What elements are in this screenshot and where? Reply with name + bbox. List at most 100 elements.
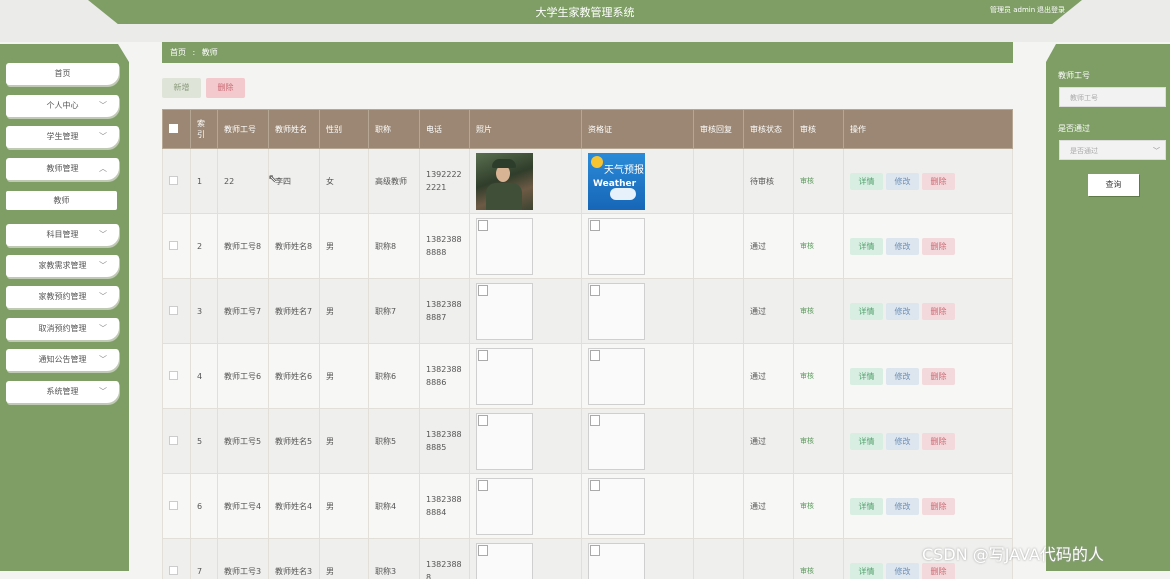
actions-cell: 详情修改删除 (844, 149, 1013, 214)
select-all-checkbox[interactable] (169, 124, 178, 133)
chevron-up-icon: ︿ (99, 158, 107, 180)
edit-button[interactable]: 修改 (886, 498, 919, 515)
photo-figure (486, 183, 522, 210)
teacher-id-cell: 教师工号6 (218, 344, 269, 409)
actions-cell: 详情修改删除 (844, 474, 1013, 539)
sidebar-item-subjects[interactable]: 科目管理 ﹀ (6, 224, 119, 246)
broken-image-icon (590, 350, 600, 361)
sidebar-item-students[interactable]: 学生管理﹀ (6, 126, 119, 148)
audit-status-cell: 通过 (744, 214, 794, 279)
teacher-id-cell: 教师工号3 (218, 539, 269, 579)
chevron-down-icon: ﹀ (99, 349, 107, 371)
certificate-cell (582, 474, 694, 539)
teacher-name-cell: 教师姓名7 (269, 279, 320, 344)
table-row: 6教师工号4教师姓名4男职称413823888884通过审核详情修改删除 (163, 474, 1013, 539)
title-cell: 职称6 (369, 344, 420, 409)
teacher-photo (476, 413, 533, 470)
audit-link[interactable]: 审核 (800, 437, 814, 445)
column-header: 照片 (470, 110, 582, 149)
sidebar-item-tutoring-demand[interactable]: 家教需求管理﹀ (6, 255, 119, 277)
row-checkbox[interactable] (169, 436, 178, 445)
detail-button[interactable]: 详情 (850, 433, 883, 450)
photo-cell (470, 149, 582, 214)
teacher-id-input[interactable]: 教师工号 (1059, 87, 1166, 107)
audit-cell: 审核 (794, 214, 844, 279)
chevron-down-icon: ﹀ (99, 224, 107, 246)
row-checkbox[interactable] (169, 306, 178, 315)
detail-button[interactable]: 详情 (850, 303, 883, 320)
photo-cell (470, 279, 582, 344)
batch-delete-button[interactable]: 删除 (206, 78, 245, 98)
title-cell: 职称7 (369, 279, 420, 344)
delete-button[interactable]: 删除 (922, 303, 955, 320)
add-button[interactable]: 新增 (162, 78, 201, 98)
edit-button[interactable]: 修改 (886, 303, 919, 320)
teacher-id-cell: 22 (218, 149, 269, 214)
phone-cell: 13823888885 (420, 409, 470, 474)
row-checkbox[interactable] (169, 241, 178, 250)
title-cell: 职称3 (369, 539, 420, 579)
sidebar-item-label: 家教需求管理 (39, 261, 87, 270)
audit-link[interactable]: 审核 (800, 502, 814, 510)
row-select-cell (163, 344, 191, 409)
index-cell: 1 (191, 149, 218, 214)
sidebar-item-teachers[interactable]: 教师管理 ︿ (6, 158, 119, 180)
sidebar-subitem-teacher[interactable]: 教师 (6, 191, 117, 210)
audit-link[interactable]: 审核 (800, 372, 814, 380)
photo-cell (470, 539, 582, 579)
photo-cap (492, 159, 516, 168)
delete-button[interactable]: 删除 (922, 173, 955, 190)
teacher-id-cell: 教师工号7 (218, 279, 269, 344)
sidebar-item-home[interactable]: 首页 (6, 63, 119, 85)
row-checkbox[interactable] (169, 176, 178, 185)
photo-cell (470, 474, 582, 539)
delete-button[interactable]: 删除 (922, 238, 955, 255)
audit-status-cell (744, 539, 794, 579)
delete-button[interactable]: 删除 (922, 498, 955, 515)
audit-status-cell: 通过 (744, 279, 794, 344)
sidebar-item-notice[interactable]: 通知公告管理 ﹀ (6, 349, 119, 371)
audit-link[interactable]: 审核 (800, 242, 814, 250)
gender-cell: 男 (320, 279, 369, 344)
detail-button[interactable]: 详情 (850, 368, 883, 385)
logout-link[interactable]: 退出登录 (1037, 5, 1065, 15)
edit-button[interactable]: 修改 (886, 433, 919, 450)
sidebar-item-profile[interactable]: 个人中心﹀ (6, 95, 119, 117)
audit-cell: 审核 (794, 344, 844, 409)
query-button[interactable]: 查询 (1088, 174, 1139, 196)
edit-button[interactable]: 修改 (886, 368, 919, 385)
sidebar-item-system[interactable]: 系统管理﹀ (6, 381, 119, 403)
sidebar-item-label: 教师管理 (47, 164, 79, 173)
phone-cell: 13823888886 (420, 344, 470, 409)
photo-cell (470, 214, 582, 279)
row-select-cell (163, 474, 191, 539)
gender-cell: 男 (320, 409, 369, 474)
detail-button[interactable]: 详情 (850, 173, 883, 190)
sidebar-item-label: 通知公告管理 (39, 355, 87, 364)
audit-link[interactable]: 审核 (800, 307, 814, 315)
delete-button[interactable]: 删除 (922, 433, 955, 450)
teacher-name-cell: 教师姓名3 (269, 539, 320, 579)
breadcrumb-home[interactable]: 首页 (170, 48, 186, 57)
row-checkbox[interactable] (169, 566, 178, 575)
sidebar-item-cancel-booking[interactable]: 取消预约管理﹀ (6, 318, 119, 340)
detail-button[interactable]: 详情 (850, 498, 883, 515)
audit-link[interactable]: 审核 (800, 177, 814, 185)
row-checkbox[interactable] (169, 371, 178, 380)
delete-button[interactable]: 删除 (922, 368, 955, 385)
certificate-cell (582, 409, 694, 474)
edit-button[interactable]: 修改 (886, 238, 919, 255)
sidebar-item-label: 科目管理 (47, 230, 79, 239)
edit-button[interactable]: 修改 (886, 173, 919, 190)
detail-button[interactable]: 详情 (850, 238, 883, 255)
sidebar-item-booking[interactable]: 家教预约管理﹀ (6, 286, 119, 308)
actions-cell: 详情修改删除 (844, 344, 1013, 409)
pass-status-select[interactable]: 是否通过 ﹀ (1059, 140, 1166, 160)
pass-status-value: 是否通过 (1070, 147, 1098, 155)
chevron-down-icon: ﹀ (1153, 141, 1160, 161)
row-checkbox[interactable] (169, 501, 178, 510)
row-select-cell (163, 279, 191, 344)
certificate-cell (582, 279, 694, 344)
chevron-down-icon: ﹀ (99, 381, 107, 403)
audit-link[interactable]: 审核 (800, 567, 814, 575)
